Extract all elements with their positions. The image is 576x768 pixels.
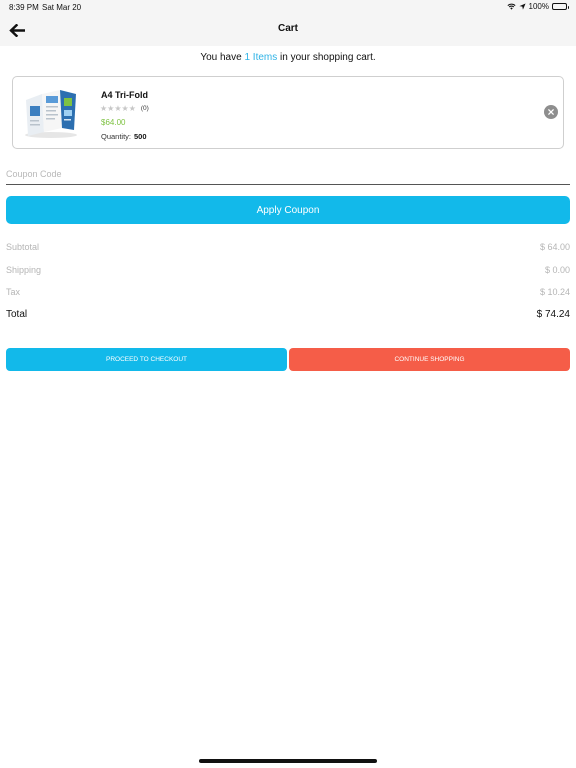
subtotal-label: Subtotal bbox=[6, 242, 40, 252]
quantity-value: 500 bbox=[134, 132, 147, 141]
location-arrow-icon bbox=[518, 3, 526, 10]
product-name: A4 Tri-Fold bbox=[101, 90, 148, 100]
wifi-icon bbox=[506, 3, 516, 10]
subtotal-row: Subtotal $ 64.00 bbox=[6, 242, 570, 256]
status-indicators: 100% bbox=[506, 2, 569, 11]
quantity-label: Quantity: bbox=[101, 132, 132, 141]
apply-coupon-button[interactable]: Apply Coupon bbox=[6, 196, 570, 224]
status-date: Sat Mar 20 bbox=[42, 3, 82, 12]
cart-item-card[interactable]: A4 Tri-Fold ★ ★ ★ ★ ★ (0) $64.00 Quantit… bbox=[12, 76, 564, 149]
star-icon: ★ bbox=[114, 104, 122, 113]
subtotal-value: $ 64.00 bbox=[539, 242, 570, 252]
battery-icon bbox=[552, 3, 569, 10]
cart-summary-prefix: You have bbox=[200, 52, 245, 63]
star-icon: ★ bbox=[121, 104, 129, 113]
status-time: 8:39 PM bbox=[9, 3, 39, 12]
shipping-label: Shipping bbox=[6, 265, 42, 275]
total-row: Total $ 74.24 bbox=[6, 309, 570, 323]
shipping-row: Shipping $ 0.00 bbox=[6, 265, 570, 279]
navigation-bar: Cart bbox=[0, 14, 576, 46]
remove-item-button[interactable] bbox=[544, 105, 558, 119]
cart-item-count: 1 Items bbox=[244, 52, 278, 63]
tax-value: $ 10.24 bbox=[539, 287, 570, 297]
coupon-code-input[interactable] bbox=[6, 163, 570, 185]
page-title: Cart bbox=[277, 23, 298, 34]
star-icon: ★ bbox=[100, 104, 108, 113]
star-icon: ★ bbox=[107, 104, 115, 113]
proceed-to-checkout-button[interactable]: PROCEED TO CHECKOUT bbox=[6, 348, 287, 371]
home-indicator[interactable] bbox=[199, 759, 377, 763]
tax-label: Tax bbox=[6, 287, 21, 297]
product-price: $64.00 bbox=[101, 118, 126, 127]
star-icon: ★ bbox=[128, 104, 136, 113]
continue-shopping-button[interactable]: CONTINUE SHOPPING bbox=[289, 348, 570, 371]
battery-percent: 100% bbox=[528, 2, 549, 11]
close-icon bbox=[548, 109, 554, 115]
shipping-value: $ 0.00 bbox=[544, 265, 570, 275]
total-label: Total bbox=[6, 309, 28, 320]
rating-count: (0) bbox=[140, 105, 149, 112]
status-bar: 8:39 PM Sat Mar 20 100% bbox=[0, 0, 576, 14]
cart-summary: You have 1 Items in your shopping cart. bbox=[0, 52, 576, 63]
product-quantity: Quantity: 500 bbox=[101, 132, 147, 141]
total-value: $ 74.24 bbox=[536, 309, 570, 320]
product-image bbox=[25, 90, 77, 138]
product-rating: ★ ★ ★ ★ ★ (0) bbox=[100, 104, 149, 113]
cart-summary-suffix: in your shopping cart. bbox=[277, 52, 376, 63]
tax-row: Tax $ 10.24 bbox=[6, 287, 570, 301]
